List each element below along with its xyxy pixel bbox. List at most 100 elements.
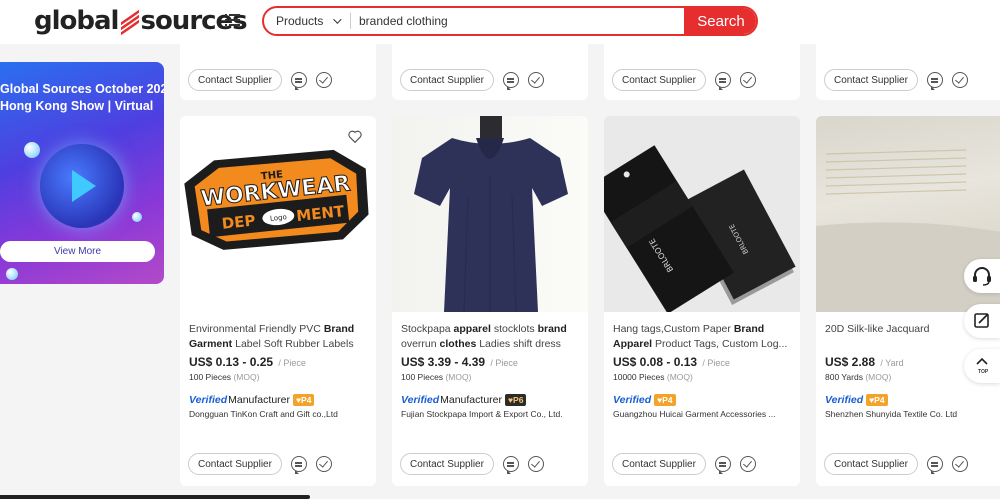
inquiry-check-icon[interactable]	[315, 72, 332, 88]
contact-supplier-button[interactable]: Contact Supplier	[824, 69, 918, 91]
contact-supplier-button[interactable]: Contact Supplier	[400, 69, 494, 91]
title-text: Environmental Friendly PVC	[189, 323, 324, 335]
banner-line-1: Global Sources October 2022	[0, 82, 164, 96]
product-price: US$ 0.08 - 0.13 / Piece	[613, 355, 730, 369]
favorite-heart-icon[interactable]	[348, 130, 362, 143]
label-text-dep: DEP	[221, 211, 256, 232]
title-text: Label Soft Rubber Labels	[232, 338, 354, 350]
product-moq: 10000 Pieces (MOQ)	[613, 372, 693, 382]
price-value: US$ 0.13 - 0.25	[189, 355, 274, 369]
title-keyword: brand	[537, 323, 567, 335]
product-card[interactable]: BRLOOTE BRLOOTE Hang tags,Custom Paper B…	[604, 116, 800, 486]
product-moq: 100 Pieces (MOQ)	[401, 372, 471, 382]
promo-banner[interactable]: Global Sources October 2022 Hong Kong Sh…	[0, 62, 164, 284]
supplier-level-badge: ♥ P4	[293, 394, 315, 406]
customer-service-button[interactable]	[964, 259, 1000, 293]
decor-orb-icon	[6, 268, 18, 280]
product-title[interactable]: Stockpapa apparel stocklots brand overru…	[401, 322, 579, 352]
price-value: US$ 0.08 - 0.13	[613, 355, 698, 369]
horizontal-scrollbar[interactable]	[0, 495, 310, 499]
contact-supplier-button[interactable]: Contact Supplier	[188, 69, 282, 91]
chat-icon[interactable]	[290, 72, 307, 90]
product-card[interactable]: THE WORKWEAR DEP Logo MENT Environmental…	[180, 116, 376, 486]
badge-text: P6	[513, 395, 524, 405]
title-text: Product Tags, Custom Log...	[652, 338, 788, 350]
product-card-partial: Contact Supplier	[392, 44, 588, 100]
product-moq: 800 Yards (MOQ)	[825, 372, 891, 382]
product-title[interactable]: Hang tags,Custom Paper Brand Apparel Pro…	[613, 322, 791, 352]
back-to-top-icon	[976, 357, 988, 365]
chat-icon[interactable]	[926, 456, 943, 474]
search-category-select[interactable]: Products	[264, 14, 350, 28]
hang-tags-image: BRLOOTE BRLOOTE	[604, 145, 796, 312]
price-value: US$ 3.39 - 4.39	[401, 355, 486, 369]
back-to-top-button[interactable]: TOP	[964, 349, 1000, 383]
contact-supplier-button[interactable]: Contact Supplier	[612, 453, 706, 475]
product-title[interactable]: Environmental Friendly PVC Brand Garment…	[189, 322, 367, 352]
contact-supplier-button[interactable]: Contact Supplier	[824, 453, 918, 475]
supplier-company[interactable]: Fujian Stockpapa Import & Export Co., Lt…	[401, 409, 581, 419]
moq-label: (MOQ)	[445, 372, 472, 382]
title-keyword: Brand	[733, 323, 765, 335]
title-keyword: apparel	[453, 323, 491, 335]
chat-icon[interactable]	[502, 456, 519, 474]
verified-supplier-row: Verified ♥ P4	[825, 394, 888, 406]
verified-label: Verified	[401, 394, 440, 406]
supplier-company[interactable]: Guangzhou Huicai Garment Accessories ...	[613, 409, 793, 419]
chat-icon[interactable]	[714, 72, 731, 90]
product-card[interactable]: 20D Silk-like Jacquard US$ 2.88 / Yard 8…	[816, 116, 1000, 486]
inquiry-check-icon[interactable]	[527, 456, 544, 472]
search-input[interactable]	[351, 14, 684, 28]
logo[interactable]: global sources	[34, 6, 248, 36]
inquiry-check-icon[interactable]	[739, 456, 756, 472]
badge-text: P4	[301, 395, 312, 405]
price-value: US$ 2.88	[825, 355, 876, 369]
chat-icon[interactable]	[502, 72, 519, 90]
inquiry-check-icon[interactable]	[315, 456, 332, 472]
menu-icon[interactable]	[225, 14, 240, 26]
inquiry-check-icon[interactable]	[951, 456, 968, 472]
badge-text: P4	[874, 395, 885, 405]
inquiry-check-icon[interactable]	[739, 72, 756, 88]
inquiry-check-icon[interactable]	[527, 72, 544, 88]
verified-label: Verified	[825, 394, 864, 406]
workwear-label-image: THE WORKWEAR DEP Logo MENT	[184, 149, 369, 250]
price-unit: / Yard	[880, 358, 904, 368]
product-image[interactable]: BRLOOTE BRLOOTE	[604, 116, 800, 312]
verified-label: Verified	[613, 394, 652, 406]
search-button[interactable]: Search	[684, 8, 756, 34]
chat-icon[interactable]	[714, 456, 731, 474]
product-card[interactable]: Stockpapa apparel stocklots brand overru…	[392, 116, 588, 486]
supplier-company[interactable]: Shenzhen Shunyida Textile Co. Ltd	[825, 409, 1000, 419]
supplier-level-badge: ♥ P4	[654, 394, 676, 406]
chat-icon[interactable]	[290, 456, 307, 474]
headset-icon	[973, 267, 991, 286]
badge-text: P4	[662, 395, 673, 405]
supplier-company[interactable]: Dongguan TinKon Craft and Gift co.,Ltd	[189, 409, 369, 419]
title-keyword: Brand	[323, 323, 355, 335]
moq-qty: 100 Pieces	[401, 372, 444, 382]
contact-supplier-button[interactable]: Contact Supplier	[188, 453, 282, 475]
decor-orb-icon	[132, 212, 142, 222]
product-image[interactable]: THE WORKWEAR DEP Logo MENT	[180, 116, 376, 312]
moq-label: (MOQ)	[865, 372, 892, 382]
moq-label: (MOQ)	[233, 372, 260, 382]
contact-supplier-button[interactable]: Contact Supplier	[400, 453, 494, 475]
product-image[interactable]	[392, 116, 588, 312]
price-unit: / Piece	[278, 358, 306, 368]
back-to-top-label: TOP	[978, 369, 989, 375]
contact-supplier-button[interactable]: Contact Supplier	[612, 69, 706, 91]
feedback-button[interactable]	[964, 304, 1000, 338]
verified-supplier-row: Verified Manufacturer ♥ P6	[401, 394, 527, 406]
price-unit: / Piece	[490, 358, 518, 368]
verified-label: Verified	[189, 394, 228, 406]
title-keyword: Garment	[189, 338, 233, 350]
logo-mark-icon	[119, 9, 140, 36]
inquiry-check-icon[interactable]	[951, 72, 968, 88]
supplier-type: Manufacturer	[440, 394, 502, 406]
title-text: stocklots	[490, 323, 538, 335]
header: global sources Products Search	[0, 0, 1000, 44]
product-moq: 100 Pieces (MOQ)	[189, 372, 259, 382]
view-more-button[interactable]: View More	[0, 241, 155, 262]
chat-icon[interactable]	[926, 72, 943, 90]
